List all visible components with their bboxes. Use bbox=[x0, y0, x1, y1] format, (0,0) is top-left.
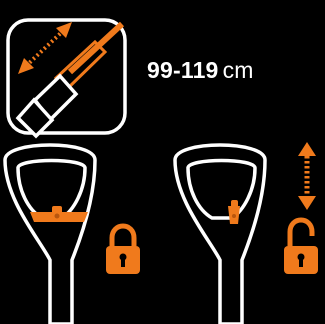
illustration-layer bbox=[3, 18, 318, 324]
product-feature-graphic: 99-119 cm bbox=[0, 0, 325, 324]
length-range-label: 99-119 cm bbox=[147, 57, 254, 84]
length-range-unit: cm bbox=[222, 57, 254, 83]
handle-unlocked-icon bbox=[173, 143, 267, 324]
telescopic-pole-icon bbox=[6, 18, 127, 139]
padlock-locked-icon bbox=[106, 223, 140, 274]
vertical-adjust-arrow-icon bbox=[298, 142, 316, 210]
padlock-unlocked-icon bbox=[284, 217, 318, 274]
length-range-value: 99-119 bbox=[147, 57, 219, 83]
handle-locked-icon bbox=[3, 143, 97, 324]
